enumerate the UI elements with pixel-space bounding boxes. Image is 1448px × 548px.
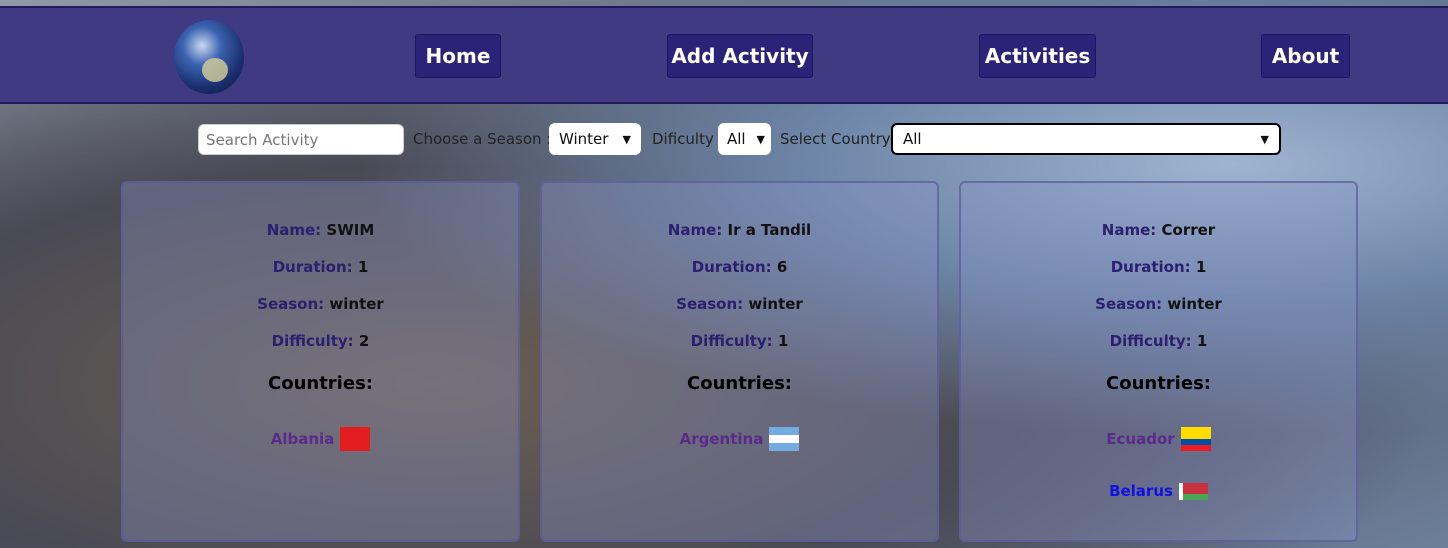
difficulty-label: Difficulty: — [690, 332, 773, 350]
season-value: winter — [1167, 295, 1222, 313]
countries-heading: Countries: — [268, 373, 373, 394]
country-value: All — [903, 130, 922, 148]
nav-add-activity-button[interactable]: Add Activity — [667, 34, 813, 78]
season-label: Season: — [1095, 295, 1163, 313]
activity-card: Name: Ir a Tandil Duration: 6 Season: wint… — [540, 181, 939, 542]
country-item[interactable]: Albania — [123, 427, 518, 451]
activity-difficulty: Difficulty: 1 — [542, 332, 937, 350]
activity-name: Name: Ir a Tandil — [542, 221, 937, 239]
activity-season: Season: winter — [961, 295, 1356, 313]
country-name[interactable]: Albania — [271, 430, 335, 448]
argentina-flag-icon — [769, 427, 800, 451]
name-value: SWIM — [326, 221, 375, 239]
season-label: Season: — [676, 295, 744, 313]
duration-value: 1 — [1195, 258, 1207, 276]
countries-heading: Countries: — [687, 373, 792, 394]
country-item[interactable]: Belarus — [961, 482, 1356, 500]
season-select[interactable]: Winter ▼ — [549, 123, 641, 155]
activity-card: Name: Correr Duration: 1 Season: winter Dif… — [959, 181, 1358, 542]
chevron-down-icon: ▼ — [756, 132, 765, 146]
chevron-down-icon: ▼ — [1260, 132, 1269, 146]
difficulty-value: 1 — [777, 332, 789, 350]
difficulty-label: Dificulty — [652, 130, 714, 148]
duration-value: 6 — [776, 258, 788, 276]
nav-home-button[interactable]: Home — [415, 34, 501, 78]
season-label: Choose a Season : — [413, 130, 552, 148]
navbar: Home Add Activity Activities About — [0, 6, 1448, 104]
country-item[interactable]: Ecuador — [961, 427, 1356, 451]
filters-bar: Search Activity Choose a Season : Winter… — [0, 123, 1448, 157]
season-value: winter — [329, 295, 384, 313]
activity-duration: Duration: 6 — [542, 258, 937, 276]
ecuador-flag-icon — [1180, 427, 1211, 451]
name-value: Correr — [1161, 221, 1216, 239]
chevron-down-icon: ▼ — [622, 132, 631, 146]
countries-heading: Countries: — [1106, 373, 1211, 394]
belarus-flag-icon — [1178, 482, 1208, 500]
duration-value: 1 — [357, 258, 369, 276]
difficulty-select[interactable]: All ▼ — [718, 123, 771, 155]
activity-name: Name: Correr — [961, 221, 1356, 239]
activity-season: Season: winter — [542, 295, 937, 313]
name-label: Name: — [266, 221, 322, 239]
activity-difficulty: Difficulty: 1 — [961, 332, 1356, 350]
name-label: Name: — [1101, 221, 1157, 239]
difficulty-value: All — [727, 130, 746, 148]
duration-label: Duration: — [1110, 258, 1191, 276]
duration-label: Duration: — [691, 258, 772, 276]
activity-season: Season: winter — [123, 295, 518, 313]
country-select[interactable]: All ▼ — [891, 123, 1281, 155]
activity-duration: Duration: 1 — [961, 258, 1356, 276]
duration-label: Duration: — [272, 258, 353, 276]
country-name[interactable]: Ecuador — [1106, 430, 1174, 448]
season-value: Winter — [559, 130, 609, 148]
nav-activities-button[interactable]: Activities — [979, 34, 1096, 78]
name-value: Ir a Tandil — [727, 221, 812, 239]
albania-flag-icon — [340, 427, 371, 451]
name-label: Name: — [667, 221, 723, 239]
activity-duration: Duration: 1 — [123, 258, 518, 276]
country-name[interactable]: Argentina — [680, 430, 764, 448]
activity-difficulty: Difficulty: 2 — [123, 332, 518, 350]
difficulty-label: Difficulty: — [1109, 332, 1192, 350]
country-label: Select Country — [780, 130, 891, 148]
season-label: Season: — [257, 295, 325, 313]
nav-about-button[interactable]: About — [1261, 34, 1350, 78]
globe-logo[interactable] — [174, 20, 244, 94]
difficulty-label: Difficulty: — [271, 332, 354, 350]
search-input[interactable]: Search Activity — [198, 124, 404, 155]
country-name[interactable]: Belarus — [1109, 482, 1173, 500]
difficulty-value: 1 — [1196, 332, 1208, 350]
country-item[interactable]: Argentina — [542, 427, 937, 451]
activity-card: Name: SWIM Duration: 1 Season: winter Diffi… — [121, 181, 520, 542]
season-value: winter — [748, 295, 803, 313]
difficulty-value: 2 — [358, 332, 370, 350]
activity-name: Name: SWIM — [123, 221, 518, 239]
